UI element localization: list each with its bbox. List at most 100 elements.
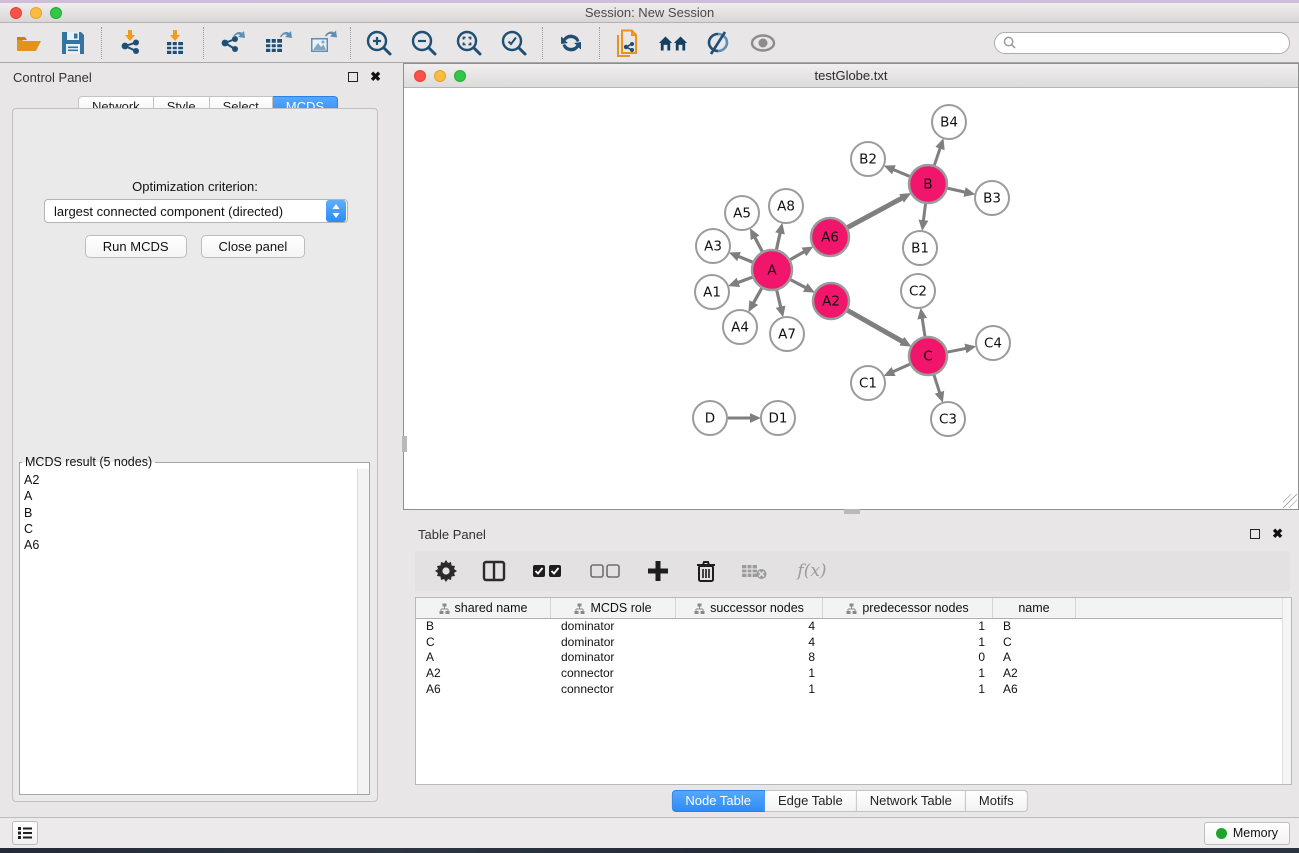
memory-button[interactable]: Memory <box>1204 822 1290 845</box>
search-field[interactable] <box>994 32 1290 54</box>
export-table-button[interactable] <box>262 28 292 58</box>
zoom-out-button[interactable] <box>409 28 439 58</box>
graph-node-A2[interactable]: A2 <box>813 283 849 319</box>
import-network-button[interactable] <box>115 28 145 58</box>
graph-node-B3[interactable]: B3 <box>975 181 1009 215</box>
mcds-result-item[interactable]: B <box>24 505 357 521</box>
graph-edge-A-A2[interactable] <box>791 280 807 288</box>
select-all-button[interactable] <box>529 558 565 584</box>
graph-edge-A2-C[interactable] <box>848 310 903 341</box>
mcds-result-item[interactable]: C <box>24 521 357 537</box>
float-panel-icon[interactable] <box>348 72 358 82</box>
graph-edge-A6-B[interactable] <box>848 198 903 228</box>
save-session-button[interactable] <box>58 28 88 58</box>
graph-node-A[interactable]: A <box>752 250 792 290</box>
graph-node-B4[interactable]: B4 <box>932 105 966 139</box>
function-builder-button[interactable]: f(x) <box>789 558 835 584</box>
table-row[interactable]: A2connector11A2 <box>416 666 1291 682</box>
import-table-button[interactable] <box>160 28 190 58</box>
graph-edge-A-A6[interactable] <box>790 251 805 259</box>
graph-edge-B-B3[interactable] <box>948 188 966 192</box>
graphics-details-button[interactable] <box>703 28 733 58</box>
split-table-button[interactable] <box>481 558 507 584</box>
mcds-result-item[interactable]: A2 <box>24 472 357 488</box>
graph-edge-B-B2[interactable] <box>893 169 910 176</box>
table-scrollbar[interactable] <box>1282 598 1291 784</box>
column-header-shared-name[interactable]: shared name <box>416 598 551 618</box>
delete-table-button[interactable] <box>741 558 767 584</box>
graph-node-A1[interactable]: A1 <box>695 275 729 309</box>
graph-edge-C-C1[interactable] <box>893 364 910 372</box>
graph-edge-A-A5[interactable] <box>755 237 763 252</box>
graph-node-D[interactable]: D <box>693 401 727 435</box>
result-scrollbar[interactable] <box>357 469 369 794</box>
graph-edge-C-C3[interactable] <box>934 375 940 393</box>
table-row[interactable]: Bdominator41B <box>416 619 1291 635</box>
graph-edge-C-C2[interactable] <box>922 318 925 337</box>
add-column-button[interactable] <box>645 558 671 584</box>
graph-edge-A-A1[interactable] <box>737 277 752 282</box>
show-all-views-button[interactable] <box>658 28 688 58</box>
graph-node-A6[interactable]: A6 <box>811 218 849 256</box>
task-history-button[interactable] <box>12 821 38 845</box>
graph-edge-A-A7[interactable] <box>777 290 781 307</box>
zoom-in-button[interactable] <box>364 28 394 58</box>
graph-node-A5[interactable]: A5 <box>725 196 759 230</box>
table-row[interactable]: Cdominator41C <box>416 635 1291 651</box>
network-canvas[interactable]: B4 B2 B B3 A5 A8A6 B1 A3 A C2 A1 A2 A4 A7 C C4 C1 C3 D D1 <box>404 88 1298 509</box>
tab-motifs[interactable]: Motifs <box>966 790 1028 812</box>
graph-node-B[interactable]: B <box>909 165 947 203</box>
graph-edge-A-A3[interactable] <box>738 256 753 262</box>
graph-node-A7[interactable]: A7 <box>770 317 804 351</box>
graph-edge-C-C4[interactable] <box>948 348 967 352</box>
delete-column-button[interactable] <box>693 558 719 584</box>
float-table-panel-icon[interactable] <box>1250 529 1260 539</box>
table-row[interactable]: A6connector11A6 <box>416 682 1291 698</box>
graph-edge-A-A8[interactable] <box>776 232 780 249</box>
criterion-select[interactable]: largest connected component (directed) <box>44 199 348 223</box>
graph-edge-B-B1[interactable] <box>923 204 925 221</box>
open-session-button[interactable] <box>13 28 43 58</box>
column-header-name[interactable]: name <box>993 598 1076 618</box>
search-input[interactable] <box>1021 36 1281 50</box>
network-horizontal-scrollbar[interactable] <box>844 509 860 514</box>
mcds-result-item[interactable]: A6 <box>24 537 357 553</box>
graph-node-C3[interactable]: C3 <box>931 402 965 436</box>
graph-node-C2[interactable]: C2 <box>901 274 935 308</box>
mcds-result-item[interactable]: A <box>24 488 357 504</box>
table-settings-button[interactable] <box>433 558 459 584</box>
tab-node-table[interactable]: Node Table <box>671 790 765 812</box>
graph-node-C1[interactable]: C1 <box>851 366 885 400</box>
zoom-selected-button[interactable] <box>499 28 529 58</box>
graph-edge-A-A4[interactable] <box>753 288 762 303</box>
resize-grip[interactable] <box>1283 494 1297 508</box>
zoom-fit-button[interactable] <box>454 28 484 58</box>
tab-network-table[interactable]: Network Table <box>857 790 966 812</box>
export-network-button[interactable] <box>217 28 247 58</box>
graph-node-D1[interactable]: D1 <box>761 401 795 435</box>
graph-node-C4[interactable]: C4 <box>976 326 1010 360</box>
refresh-button[interactable] <box>556 28 586 58</box>
network-vertical-scrollbar[interactable] <box>402 436 407 452</box>
graph-node-B2[interactable]: B2 <box>851 142 885 176</box>
graph-node-C[interactable]: C <box>909 337 947 375</box>
table-row[interactable]: Adominator80A <box>416 650 1291 666</box>
graph-edge-B-B4[interactable] <box>934 148 940 165</box>
graph-node-A8[interactable]: A8 <box>769 189 803 223</box>
close-panel-icon[interactable]: ✖ <box>370 72 381 82</box>
new-network-button[interactable] <box>613 28 643 58</box>
export-image-button[interactable] <box>307 28 337 58</box>
deselect-all-button[interactable] <box>587 558 623 584</box>
run-mcds-button[interactable]: Run MCDS <box>85 235 187 258</box>
column-header-predecessor-nodes[interactable]: predecessor nodes <box>823 598 993 618</box>
birds-eye-button[interactable] <box>748 28 778 58</box>
column-header-successor-nodes[interactable]: successor nodes <box>676 598 823 618</box>
graph-node-A4[interactable]: A4 <box>723 310 757 344</box>
column-header-MCDS-role[interactable]: MCDS role <box>551 598 676 618</box>
network-graph: B4 B2 B B3 A5 A8A6 B1 A3 A C2 A1 A2 A4 A7 C C4 C1 C3 D D1 <box>404 88 1298 509</box>
close-panel-button[interactable]: Close panel <box>201 235 306 258</box>
close-table-panel-icon[interactable]: ✖ <box>1272 529 1283 539</box>
graph-node-A3[interactable]: A3 <box>696 229 730 263</box>
graph-node-B1[interactable]: B1 <box>903 231 937 265</box>
tab-edge-table[interactable]: Edge Table <box>765 790 857 812</box>
